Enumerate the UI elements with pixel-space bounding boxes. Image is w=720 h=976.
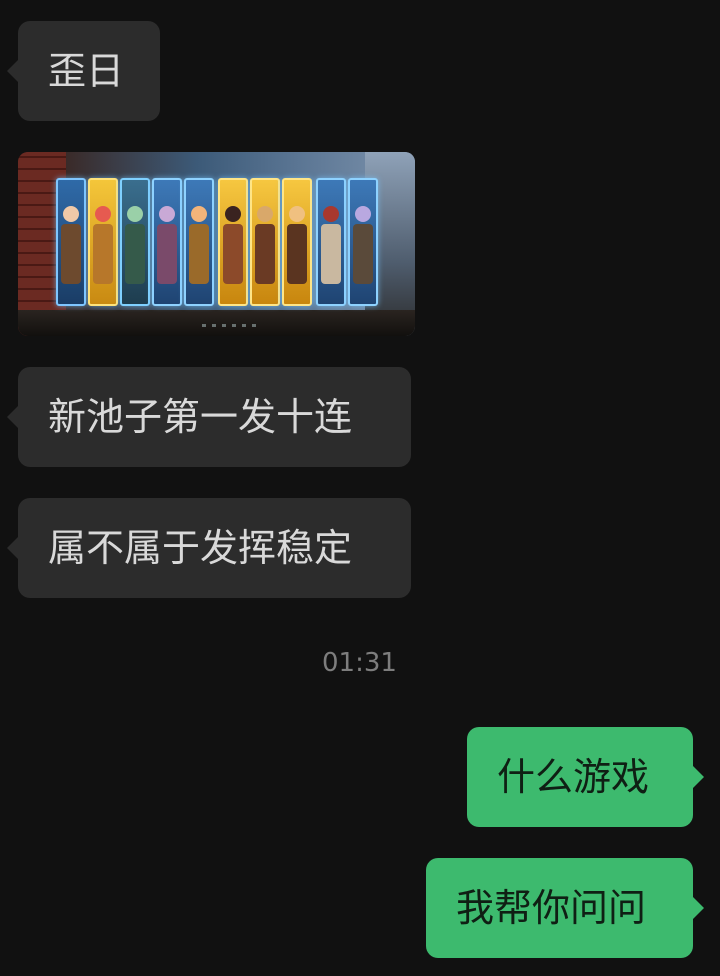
message-text: 新池子第一发十连 [48, 395, 353, 439]
character-card [218, 178, 248, 306]
floor [18, 310, 415, 336]
carousel-dots [202, 324, 262, 327]
bubble-tail [693, 766, 704, 788]
bubble-tail [7, 60, 18, 82]
character-card [120, 178, 150, 306]
message-timestamp: 01:31 [322, 648, 397, 678]
message-bubble[interactable]: 新池子第一发十连 [18, 367, 411, 467]
character-card [184, 178, 214, 306]
message-text: 属不属于发挥稳定 [48, 526, 353, 570]
bubble-tail [693, 897, 704, 919]
character-card [316, 178, 346, 306]
character-card [88, 178, 118, 306]
message-bubble[interactable]: 我帮你问问 [426, 858, 693, 958]
message-text: 歪日 [48, 49, 125, 93]
bubble-tail [7, 406, 18, 428]
character-card [282, 178, 312, 306]
character-card [250, 178, 280, 306]
message-bubble[interactable]: 歪日 [18, 21, 160, 121]
character-card [56, 178, 86, 306]
message-bubble[interactable]: 什么游戏 [467, 727, 693, 827]
message-text: 什么游戏 [497, 755, 650, 799]
message-bubble[interactable]: 属不属于发挥稳定 [18, 498, 411, 598]
character-card [348, 178, 378, 306]
message-text: 我帮你问问 [456, 886, 647, 930]
bubble-tail [7, 537, 18, 559]
character-card [152, 178, 182, 306]
image-message[interactable] [18, 152, 415, 336]
